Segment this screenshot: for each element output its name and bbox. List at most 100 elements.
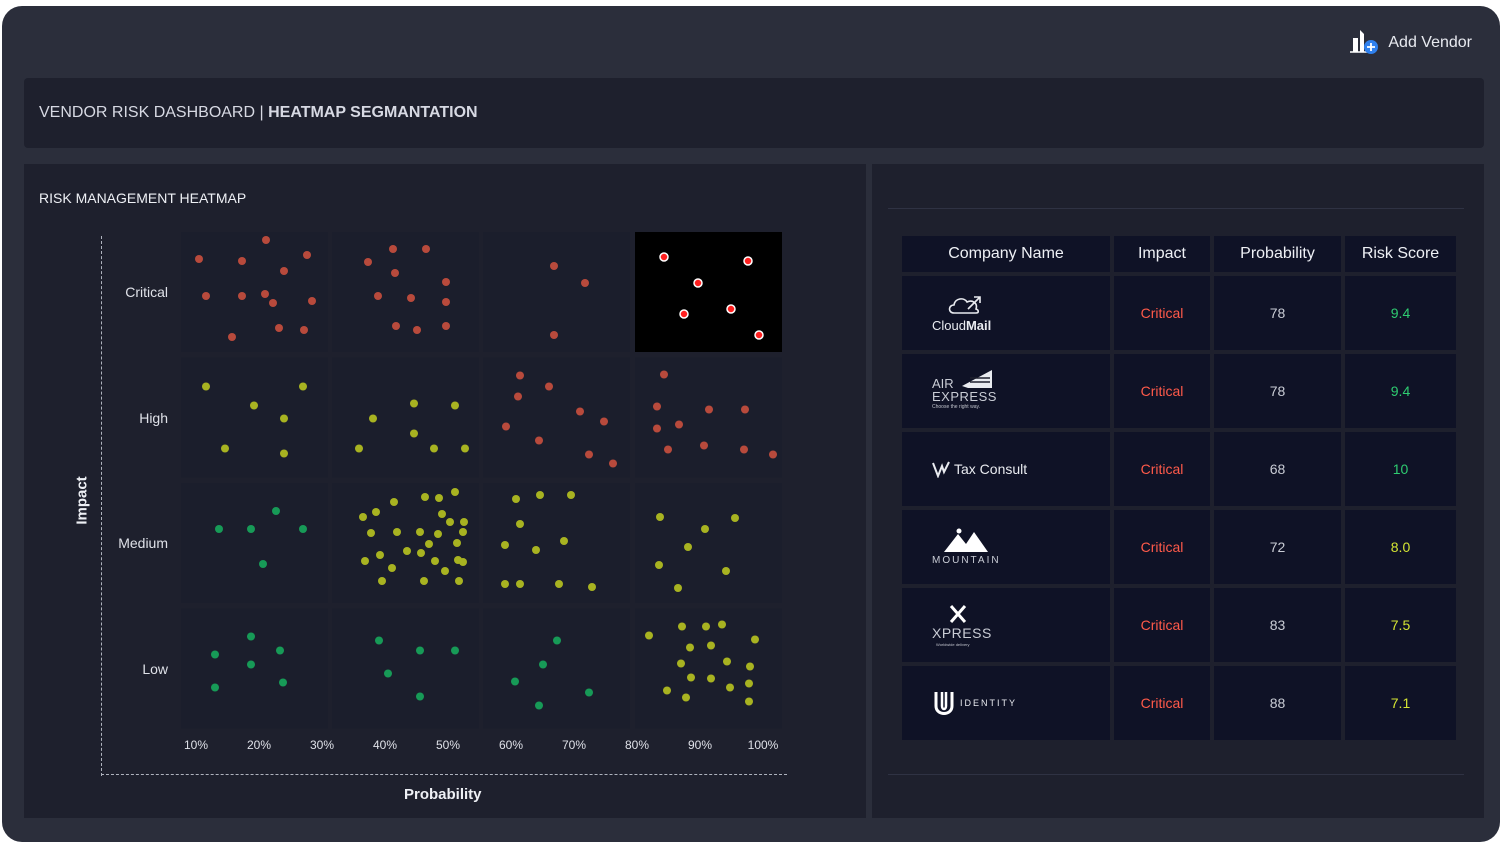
vendor-dot[interactable]	[653, 424, 661, 433]
vendor-dot[interactable]	[726, 304, 736, 314]
vendor-dot[interactable]	[514, 392, 522, 401]
vendor-dot[interactable]	[553, 636, 561, 645]
vendor-dot[interactable]	[390, 498, 398, 506]
vendor-dot[interactable]	[364, 258, 372, 266]
vendor-dot[interactable]	[420, 577, 428, 585]
table-row[interactable]: AIR EXPRESS Choose the right way. Critic…	[902, 354, 1456, 428]
vendor-dot[interactable]	[664, 445, 672, 454]
vendor-dot[interactable]	[280, 449, 288, 458]
column-header-company[interactable]: Company Name	[902, 236, 1110, 272]
vendor-dot[interactable]	[653, 402, 661, 411]
vendor-dot[interactable]	[501, 541, 509, 549]
vendor-dot[interactable]	[384, 669, 392, 678]
heatmap-cell[interactable]	[181, 608, 328, 729]
vendor-dot[interactable]	[375, 636, 383, 645]
vendor-dot[interactable]	[430, 444, 438, 453]
vendor-dot[interactable]	[275, 324, 283, 332]
vendor-dot[interactable]	[211, 683, 219, 692]
vendor-dot[interactable]	[656, 513, 664, 521]
vendor-dot[interactable]	[686, 643, 694, 652]
vendor-dot[interactable]	[442, 298, 450, 306]
vendor-dot[interactable]	[769, 450, 777, 459]
vendor-dot[interactable]	[751, 635, 759, 644]
heatmap-cell[interactable]	[332, 232, 479, 352]
vendor-dot[interactable]	[442, 278, 450, 286]
vendor-dot[interactable]	[702, 622, 710, 631]
vendor-dot[interactable]	[693, 278, 703, 288]
vendor-dot[interactable]	[451, 401, 459, 410]
vendor-dot[interactable]	[560, 537, 568, 545]
heatmap-cell[interactable]	[483, 357, 630, 478]
vendor-dot[interactable]	[659, 252, 669, 262]
vendor-dot[interactable]	[609, 459, 617, 468]
vendor-dot[interactable]	[262, 236, 270, 244]
vendor-dot[interactable]	[740, 445, 748, 454]
vendor-dot[interactable]	[434, 530, 442, 538]
table-row[interactable]: MOUNTAIN Critical 72 8.0	[902, 510, 1456, 584]
vendor-dot[interactable]	[376, 551, 384, 559]
vendor-dot[interactable]	[392, 322, 400, 330]
heatmap-cell[interactable]	[635, 357, 782, 478]
heatmap-cell[interactable]	[332, 357, 479, 478]
vendor-dot[interactable]	[280, 267, 288, 275]
vendor-dot[interactable]	[460, 518, 468, 526]
vendor-dot[interactable]	[359, 513, 367, 521]
vendor-dot[interactable]	[585, 450, 593, 459]
vendor-dot[interactable]	[545, 382, 553, 391]
vendor-dot[interactable]	[202, 382, 210, 391]
vendor-dot[interactable]	[438, 510, 446, 518]
vendor-dot[interactable]	[238, 257, 246, 265]
vendor-dot[interactable]	[754, 330, 764, 340]
vendor-dot[interactable]	[303, 251, 311, 259]
vendor-dot[interactable]	[238, 292, 246, 300]
vendor-dot[interactable]	[455, 577, 463, 585]
vendor-dot[interactable]	[581, 279, 589, 287]
vendor-dot[interactable]	[403, 547, 411, 555]
vendor-dot[interactable]	[300, 326, 308, 334]
vendor-dot[interactable]	[723, 657, 731, 666]
vendor-dot[interactable]	[425, 540, 433, 548]
vendor-dot[interactable]	[501, 580, 509, 588]
vendor-dot[interactable]	[731, 514, 739, 522]
vendor-dot[interactable]	[410, 429, 418, 438]
vendor-dot[interactable]	[461, 444, 469, 453]
vendor-dot[interactable]	[195, 255, 203, 263]
vendor-dot[interactable]	[663, 686, 671, 695]
vendor-dot[interactable]	[247, 632, 255, 641]
vendor-dot[interactable]	[410, 399, 418, 408]
vendor-dot[interactable]	[211, 650, 219, 659]
vendor-dot[interactable]	[221, 444, 229, 453]
heatmap-cell[interactable]	[181, 232, 328, 352]
vendor-dot[interactable]	[550, 262, 558, 270]
vendor-dot[interactable]	[259, 560, 267, 568]
vendor-dot[interactable]	[453, 539, 461, 547]
column-header-impact[interactable]: Impact	[1114, 236, 1210, 272]
vendor-dot[interactable]	[512, 495, 520, 503]
vendor-dot[interactable]	[684, 543, 692, 551]
vendor-dot[interactable]	[678, 622, 686, 631]
vendor-dot[interactable]	[280, 414, 288, 423]
vendor-dot[interactable]	[247, 660, 255, 669]
vendor-dot[interactable]	[389, 245, 397, 253]
vendor-dot[interactable]	[677, 659, 685, 668]
vendor-dot[interactable]	[272, 507, 280, 515]
vendor-dot[interactable]	[567, 491, 575, 499]
vendor-dot[interactable]	[388, 564, 396, 572]
vendor-dot[interactable]	[705, 405, 713, 414]
vendor-dot[interactable]	[299, 525, 307, 533]
vendor-dot[interactable]	[701, 525, 709, 533]
vendor-dot[interactable]	[660, 370, 668, 379]
vendor-dot[interactable]	[535, 701, 543, 710]
vendor-dot[interactable]	[250, 401, 258, 410]
vendor-dot[interactable]	[741, 405, 749, 414]
vendor-dot[interactable]	[261, 290, 269, 298]
vendor-dot[interactable]	[674, 584, 682, 592]
column-header-probability[interactable]: Probability	[1214, 236, 1341, 272]
vendor-dot[interactable]	[369, 414, 377, 423]
vendor-dot[interactable]	[355, 444, 363, 453]
vendor-dot[interactable]	[451, 488, 459, 496]
vendor-dot[interactable]	[682, 693, 690, 702]
vendor-dot[interactable]	[511, 677, 519, 686]
table-row[interactable]: IDENTITY Critical 88 7.1	[902, 666, 1456, 740]
vendor-dot[interactable]	[585, 688, 593, 697]
